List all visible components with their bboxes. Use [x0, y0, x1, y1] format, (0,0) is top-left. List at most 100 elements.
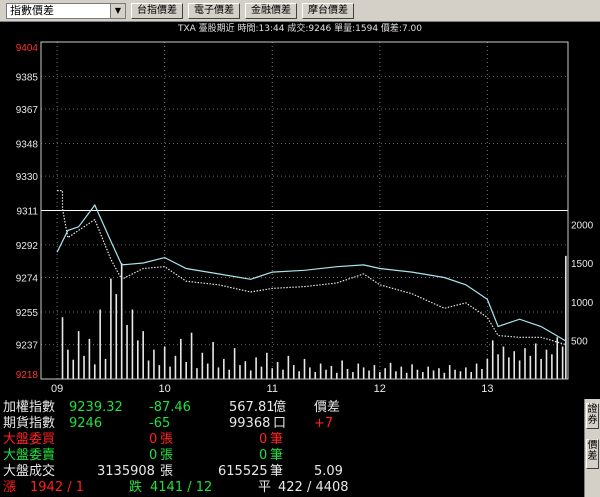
- volume-bar: [470, 372, 473, 379]
- y-tick-label: 9385: [16, 72, 39, 83]
- y-tick-label: 9218: [16, 370, 39, 381]
- spread-tab[interactable]: 價差: [586, 439, 599, 469]
- futures-line: [57, 190, 566, 346]
- volume-bar: [169, 366, 171, 379]
- axis-labels: 09 10 11 12 13 9404 9385 9367 9348 9330 9311 9292 92…: [16, 43, 594, 395]
- x-tick-label: 09: [51, 383, 63, 395]
- volume-bar: [551, 354, 553, 379]
- market-bid-orders-unit: 筆: [270, 432, 284, 447]
- volume-bar: [497, 354, 499, 379]
- volume-bar: [427, 366, 429, 379]
- volume-bar: [126, 324, 128, 379]
- volume-bar: [486, 358, 489, 379]
- volume-bar: [67, 349, 69, 379]
- quote-info-line: TXA 臺股期近 時間:13:44 成交:9246 單量:1594 價差:7.0…: [177, 24, 423, 34]
- market-bid-unit: 張: [160, 432, 174, 447]
- volume-bar: [228, 369, 231, 379]
- volume-bar: [513, 351, 516, 379]
- volume-bar: [378, 372, 381, 379]
- volume-bar: [309, 367, 311, 379]
- y-tick-label: 9237: [16, 341, 39, 352]
- msci-taiwan-spread-button[interactable]: 摩台價差: [302, 3, 354, 19]
- taiex-spread-button[interactable]: 台指價差: [131, 3, 183, 19]
- volume-bar: [362, 367, 365, 379]
- market-bid-count: 0: [149, 432, 158, 447]
- volume-bar: [422, 372, 424, 379]
- volume-bar: [346, 368, 349, 379]
- volume-bar: [502, 346, 505, 379]
- market-bid-label: 大盤委買: [3, 432, 56, 447]
- volume-bar: [298, 371, 300, 379]
- futures-change: -65: [149, 416, 171, 431]
- volume-tick-label: 1500: [571, 259, 594, 270]
- volume-bar: [223, 358, 225, 379]
- y-tick-label: 9367: [16, 105, 39, 116]
- volume-bar: [395, 371, 397, 379]
- volume-bar: [481, 368, 483, 379]
- volume-bar: [411, 364, 413, 379]
- futures-row: 期貨指數 9246 -65 99368 口 +7: [0, 416, 584, 431]
- x-tick-label: 10: [159, 383, 171, 395]
- volume-bar: [561, 346, 564, 379]
- chart-selector-value: 指數價差: [10, 4, 54, 17]
- volume-bar: [465, 367, 467, 379]
- volume-bar: [180, 338, 182, 379]
- taiex-change: -87.46: [149, 400, 191, 415]
- volume-bar: [540, 358, 542, 379]
- finance-spread-button[interactable]: 金融價差: [245, 3, 297, 19]
- volume-bar: [83, 355, 85, 379]
- y-tick-label: 9292: [16, 241, 39, 252]
- volume-bar: [266, 352, 268, 379]
- volume-bar: [196, 368, 198, 379]
- taiex-amount-unit: 億: [273, 400, 287, 415]
- volume-bar: [260, 366, 263, 379]
- volume-bar: [120, 263, 123, 379]
- market-trade-label: 大盤成交: [3, 464, 56, 479]
- volume-bar: [158, 365, 161, 379]
- volume-bar: [416, 369, 419, 379]
- futures-label: 期貨指數: [3, 416, 56, 431]
- volume-bar: [174, 355, 177, 379]
- volume-bar: [233, 348, 236, 379]
- volume-bar: [115, 294, 118, 379]
- volume-bar: [93, 364, 96, 379]
- taiex-amount: 567.81: [229, 400, 275, 415]
- volume-bar: [239, 365, 241, 379]
- y-tick-label: 9404: [16, 43, 39, 54]
- volume-bar: [147, 360, 150, 379]
- taiex-row: 加權指數 9239.32 -87.46 567.81 億 價差: [0, 400, 584, 415]
- volume-tick-label: 500: [571, 336, 588, 347]
- market-ask-row: 大盤委賣 0 張 0 筆: [0, 448, 584, 463]
- electronics-spread-button[interactable]: 電子價差: [188, 3, 240, 19]
- volume-bar: [314, 372, 317, 379]
- volume-bar: [341, 360, 343, 379]
- volume-bar: [163, 346, 166, 379]
- price-lines: [56, 190, 567, 346]
- taiex-label: 加權指數: [3, 400, 56, 415]
- volume-bar: [185, 362, 187, 379]
- market-trade-orders: 615525: [218, 464, 268, 479]
- advance-decline-row: 漲 1942 / 1 跌 4141 / 12 平 422 / 4408: [0, 480, 584, 495]
- volume-bar: [389, 362, 392, 379]
- y-tick-label: 9274: [16, 274, 39, 285]
- futures-volume-unit: 口: [273, 416, 287, 431]
- volume-bar: [153, 349, 155, 379]
- volume-bar: [545, 349, 548, 379]
- market-ask-label: 大盤委賣: [3, 448, 56, 463]
- volume-bar: [405, 372, 408, 379]
- volume-bar: [99, 309, 101, 379]
- chevron-down-icon[interactable]: ▼: [110, 4, 125, 18]
- volume-bar: [335, 372, 338, 379]
- declines-value: 4141 / 12: [150, 480, 213, 495]
- y-tick-label: 9255: [16, 308, 39, 319]
- spread-label: 價差: [314, 400, 341, 415]
- volume-bar: [249, 370, 252, 379]
- market-bid-row: 大盤委買 0 張 0 筆: [0, 432, 584, 447]
- volume-bar: [244, 361, 247, 379]
- volume-bar: [556, 337, 559, 379]
- volume-bar: [432, 370, 435, 379]
- y-tick-label: 9348: [16, 139, 39, 150]
- volume-bar: [491, 340, 494, 379]
- chart-selector-dropdown[interactable]: 指數價差 ▼: [6, 3, 126, 19]
- securities-tab[interactable]: 證券: [586, 403, 599, 429]
